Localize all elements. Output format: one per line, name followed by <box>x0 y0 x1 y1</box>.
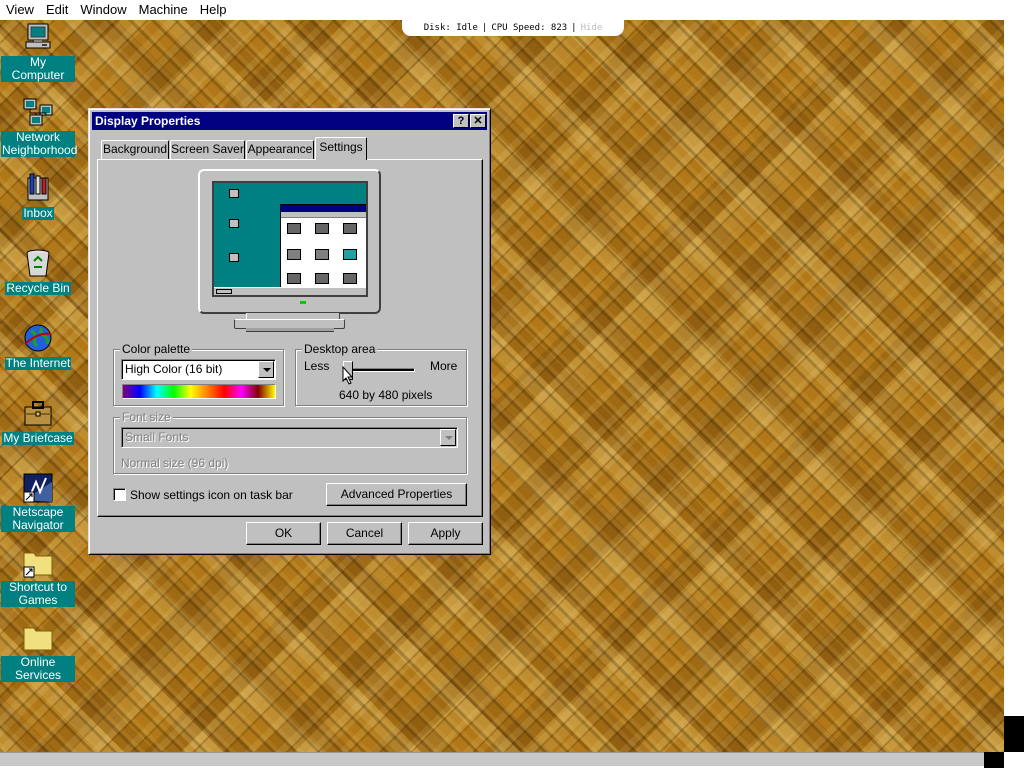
scrollbar-end-block <box>984 752 1004 768</box>
monitor-screen-preview <box>212 181 368 297</box>
dialog-title-bar[interactable]: Display Properties ? ✕ <box>92 112 487 130</box>
preview-computer-icon <box>222 189 246 199</box>
advanced-properties-button[interactable]: Advanced Properties <box>326 483 467 506</box>
help-button[interactable]: ? <box>453 114 469 128</box>
desktop-icon-label: Netscape Navigator <box>1 506 75 532</box>
tab-settings[interactable]: Settings <box>315 137 367 160</box>
desktop-area-label: Desktop area <box>302 342 378 356</box>
computer-icon <box>22 22 54 54</box>
desktop-icon-shortcut-to-games[interactable]: Shortcut to Games <box>0 547 76 607</box>
power-led-icon <box>300 301 306 304</box>
mouse-cursor-icon <box>342 365 354 385</box>
chevron-down-icon[interactable] <box>258 361 274 378</box>
preview-recycle-icon <box>222 253 246 263</box>
font-size-detail: Normal size (96 dpi) <box>121 456 229 470</box>
desktop-icon-label: Shortcut to Games <box>1 581 75 607</box>
desktop-icon-label: Recycle Bin <box>5 281 71 295</box>
color-spectrum-bar <box>122 384 276 399</box>
scroll-corner <box>1004 716 1024 752</box>
help-icon: ? <box>457 115 465 127</box>
emulator-status-panel: Disk: Idle | CPU Speed: 823 | Hide <box>402 0 624 36</box>
desktop-icon-my-computer[interactable]: My Computer <box>0 22 76 82</box>
preview-taskbar <box>214 287 366 295</box>
inbox-icon <box>22 172 54 204</box>
desktop-icon-network-neighborhood[interactable]: Network Neighborhood <box>0 97 78 157</box>
ok-button[interactable]: OK <box>246 522 321 545</box>
monitor-preview <box>198 169 381 314</box>
desktop-icon-online-services[interactable]: Online Services <box>0 622 76 682</box>
color-palette-select[interactable]: High Color (16 bit) <box>121 359 276 380</box>
host-menu-view[interactable]: View <box>0 0 40 20</box>
font-size-label: Font size <box>120 410 173 424</box>
preview-network-icon <box>222 219 246 229</box>
monitor-foot <box>246 328 334 332</box>
font-size-value: Small Fonts <box>125 430 189 444</box>
slider-more-label: More <box>430 359 458 373</box>
desktop-area-slider-track[interactable] <box>345 368 415 372</box>
desktop-icon-netscape-navigator[interactable]: Netscape Navigator <box>0 472 76 532</box>
briefcase-icon <box>22 397 54 429</box>
horizontal-scrollbar[interactable] <box>0 752 984 766</box>
preview-window <box>280 204 366 290</box>
folder-shortcut-icon <box>22 547 54 579</box>
hide-status-link[interactable]: Hide <box>581 23 603 33</box>
dialog-title: Display Properties <box>95 114 201 128</box>
desktop-icon-label: Online Services <box>1 656 75 682</box>
desktop-icon-label: Network Neighborhood <box>1 130 78 157</box>
close-button[interactable]: ✕ <box>470 114 486 128</box>
desktop-icon-recycle-bin[interactable]: Recycle Bin <box>0 247 76 295</box>
tab-screen-saver[interactable]: Screen Saver <box>170 140 245 159</box>
cancel-button[interactable]: Cancel <box>327 522 402 545</box>
host-menu-edit[interactable]: Edit <box>40 0 74 20</box>
desktop-icon-my-briefcase[interactable]: My Briefcase <box>0 397 76 445</box>
apply-button[interactable]: Apply <box>408 522 483 545</box>
host-menu-help[interactable]: Help <box>194 0 233 20</box>
desktop-icon-label: The Internet <box>4 356 72 370</box>
chevron-down-icon[interactable] <box>440 429 456 446</box>
desktop-icon-label: Inbox <box>22 206 54 220</box>
globe-icon <box>22 322 54 354</box>
desktop-icon-inbox[interactable]: Inbox <box>0 172 76 220</box>
folder-icon <box>22 622 54 654</box>
desktop-icon-label: My Computer <box>1 56 75 82</box>
show-settings-icon-label[interactable]: Show settings icon on task bar <box>130 488 293 502</box>
resolution-text: 640 by 480 pixels <box>339 388 433 402</box>
netscape-icon <box>22 472 54 504</box>
slider-less-label: Less <box>304 359 330 373</box>
tab-appearance[interactable]: Appearance <box>246 140 314 159</box>
disk-status: Disk: Idle <box>423 23 478 33</box>
color-palette-label: Color palette <box>120 342 193 356</box>
cpu-speed-status: CPU Speed: 823 <box>491 23 568 33</box>
recycle-bin-icon <box>22 247 54 279</box>
host-menu-machine[interactable]: Machine <box>133 0 194 20</box>
desktop-icon-label: My Briefcase <box>2 431 74 445</box>
close-icon: ✕ <box>473 115 483 127</box>
network-icon <box>22 97 54 129</box>
color-palette-value: High Color (16 bit) <box>125 362 223 376</box>
font-size-select[interactable]: Small Fonts <box>121 427 458 448</box>
right-margin <box>1004 20 1024 716</box>
show-settings-icon-checkbox[interactable] <box>113 488 126 501</box>
tab-background[interactable]: Background <box>101 140 169 159</box>
host-menu-window[interactable]: Window <box>74 0 132 20</box>
desktop-icon-the-internet[interactable]: The Internet <box>0 322 76 370</box>
